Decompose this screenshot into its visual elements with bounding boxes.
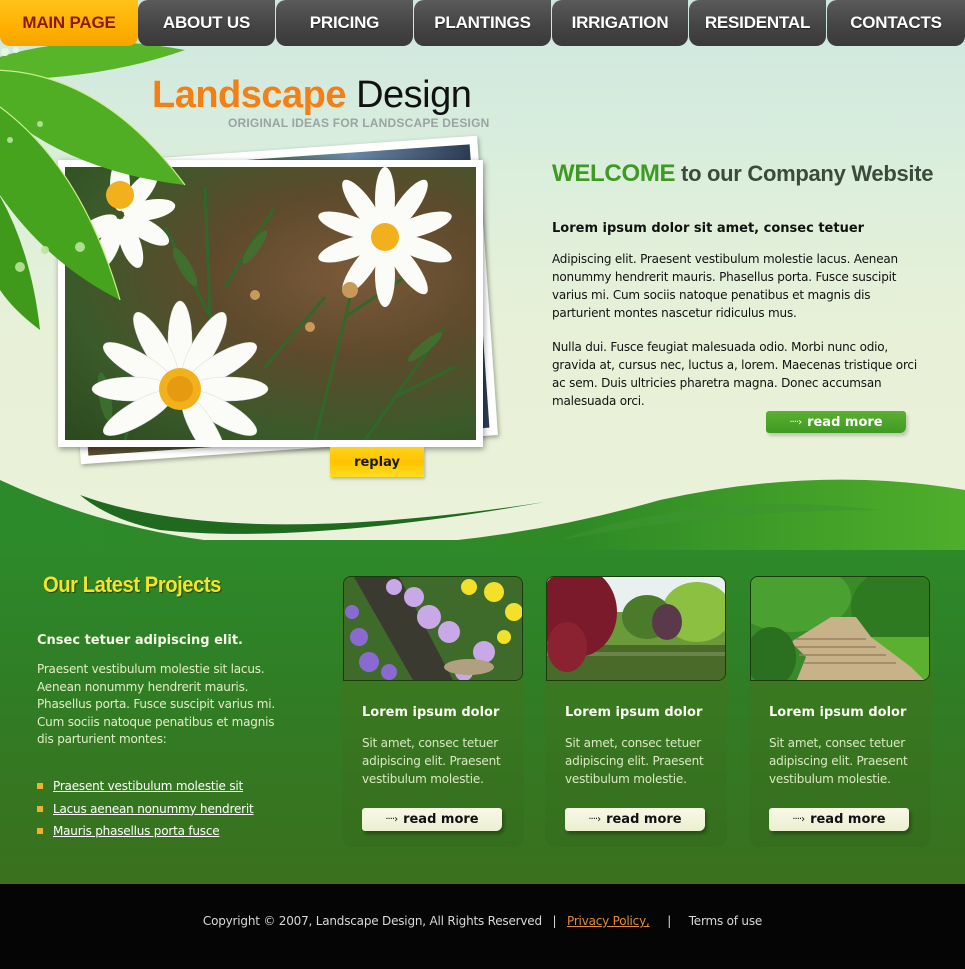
nav-tab-residental[interactable]: RESIDENTAL <box>689 0 826 46</box>
card-read-more-button[interactable]: ····› read more <box>362 808 502 831</box>
projects-subtitle: Cnsec tetuer adipiscing elit. <box>37 633 244 648</box>
project-card-2: Lorem ipsum dolor Sit amet, consec tetue… <box>545 575 727 847</box>
welcome-read-more-button[interactable]: ····› read more <box>766 411 906 433</box>
card-read-more-button[interactable]: ····› read more <box>769 808 909 831</box>
card-read-more-button[interactable]: ····› read more <box>565 808 705 831</box>
project-link-2[interactable]: Lacus aenean nonummy hendrerit <box>53 802 254 816</box>
terms-of-use-link[interactable]: Terms of use <box>689 914 763 928</box>
read-more-label: read more <box>606 812 682 827</box>
footer-separator: | <box>552 914 557 928</box>
nav-tab-about-us[interactable]: ABOUT US <box>138 0 275 46</box>
logo-tagline: ORIGINAL IDEAS FOR LANDSCAPE DESIGN <box>228 116 490 130</box>
main-nav: MAIN PAGE ABOUT US PRICING PLANTINGS IRR… <box>0 0 965 46</box>
welcome-heading-rest: to our Company Website <box>681 161 934 186</box>
park-pond-photo <box>546 576 726 681</box>
logo-word-design: Design <box>356 74 472 116</box>
welcome-heading: WELCOME to our Company Website <box>552 160 933 188</box>
bullet-icon <box>37 783 43 790</box>
list-item: Praesent vestibulum molestie sit <box>37 775 254 798</box>
bullet-icon <box>37 805 43 812</box>
project-card-1: Lorem ipsum dolor Sit amet, consec tetue… <box>342 575 524 847</box>
projects-link-list: Praesent vestibulum molestie sit Lacus a… <box>37 775 254 843</box>
read-more-label: read more <box>403 812 479 827</box>
card-text: Sit amet, consec tetuer adipiscing elit.… <box>769 736 908 786</box>
copyright-text: Copyright © 2007, Landscape Design, All … <box>202 914 542 928</box>
leaves-decoration <box>0 40 200 340</box>
projects-paragraph: Praesent vestibulum molestie sit lacus. … <box>37 662 275 747</box>
footer: Copyright © 2007, Landscape Design, All … <box>0 884 965 969</box>
nav-tab-contacts[interactable]: CONTACTS <box>827 0 965 46</box>
footer-separator: | <box>667 914 672 928</box>
project-link-1[interactable]: Praesent vestibulum molestie sit <box>53 779 243 793</box>
read-more-label: read more <box>807 414 883 430</box>
welcome-subtitle: Lorem ipsum dolor sit amet, consec tetue… <box>552 221 865 236</box>
bullet-icon <box>37 828 43 835</box>
privacy-policy-link[interactable]: Privacy Policy, <box>567 914 650 928</box>
card-text: Sit amet, consec tetuer adipiscing elit.… <box>362 736 501 786</box>
list-item: Mauris phasellus porta fusce <box>37 820 254 843</box>
garden-steps-photo <box>750 576 930 681</box>
project-card-3: Lorem ipsum dolor Sit amet, consec tetue… <box>749 575 931 847</box>
nav-tab-main-page[interactable]: MAIN PAGE <box>0 0 138 46</box>
arrow-right-icon: ····› <box>792 814 805 825</box>
card-title: Lorem ipsum dolor <box>769 705 907 720</box>
card-text: Sit amet, consec tetuer adipiscing elit.… <box>565 736 704 786</box>
page: MAIN PAGE ABOUT US PRICING PLANTINGS IRR… <box>0 0 965 969</box>
arrow-right-icon: ····› <box>789 416 802 428</box>
list-item: Lacus aenean nonummy hendrerit <box>37 798 254 821</box>
nav-tab-irrigation[interactable]: IRRIGATION <box>552 0 688 46</box>
arrow-right-icon: ····› <box>385 814 398 825</box>
arrow-right-icon: ····› <box>588 814 601 825</box>
nav-tab-plantings[interactable]: PLANTINGS <box>414 0 551 46</box>
welcome-heading-highlight: WELCOME <box>552 160 676 187</box>
flower-pots-photo <box>343 576 523 681</box>
nav-tab-pricing[interactable]: PRICING <box>276 0 413 46</box>
welcome-paragraph-1: Adipiscing elit. Praesent vestibulum mol… <box>552 252 898 320</box>
card-title: Lorem ipsum dolor <box>362 705 500 720</box>
read-more-label: read more <box>810 812 886 827</box>
footer-text: Copyright © 2007, Landscape Design, All … <box>0 914 965 928</box>
project-link-3[interactable]: Mauris phasellus porta fusce <box>53 824 220 838</box>
welcome-paragraph-2: Nulla dui. Fusce feugiat malesuada odio.… <box>552 340 917 408</box>
replay-button[interactable]: replay <box>330 447 424 477</box>
projects-heading: Our Latest Projects <box>43 572 221 597</box>
card-title: Lorem ipsum dolor <box>565 705 703 720</box>
